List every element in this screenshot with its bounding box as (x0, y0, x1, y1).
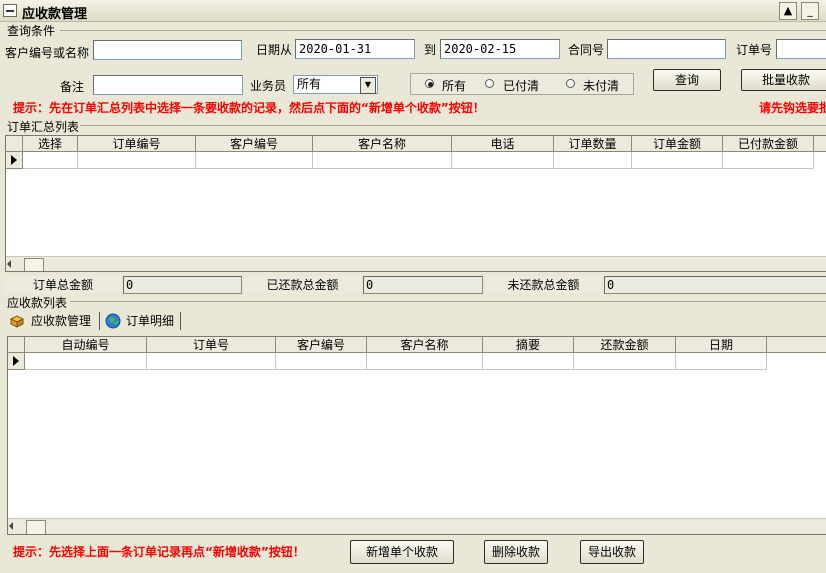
horizontal-scrollbar[interactable] (8, 518, 826, 534)
table-cell[interactable] (23, 152, 78, 169)
radio-unpaid-label[interactable]: 未付清 (583, 77, 619, 94)
column-header[interactable]: 客户编号 (196, 136, 313, 152)
table-cell[interactable] (78, 152, 196, 169)
radio-all-label[interactable]: 所有 (442, 77, 466, 94)
receivables-label: 应收款列表 (7, 296, 68, 310)
scroll-left-icon[interactable] (7, 260, 11, 268)
order-total-label: 订单总金额 (5, 276, 121, 294)
radio-paid-label[interactable]: 已付清 (503, 77, 539, 94)
batch-hint: 请先钩选要批 (759, 101, 826, 115)
order-summary-label: 订单汇总列表 (7, 120, 80, 134)
grid-corner (8, 337, 25, 353)
table-cell[interactable] (276, 353, 367, 370)
order-summary-grid[interactable]: 选择 订单编号 客户编号 客户名称 电话 订单数量 订单金额 已付款金额 (5, 135, 826, 272)
date-from-label: 日期从 (256, 43, 293, 57)
column-header[interactable]: 选择 (23, 136, 78, 152)
order-total-value: 0 (123, 276, 242, 294)
column-header[interactable]: 已付款金额 (723, 136, 814, 152)
remark-label: 备注 (60, 80, 85, 94)
column-header[interactable]: 客户名称 (367, 337, 483, 353)
restore-button[interactable]: ▲ (779, 2, 797, 20)
query-button[interactable]: 查询 (653, 69, 721, 91)
tab-separator (180, 312, 181, 330)
customer-input[interactable] (93, 40, 242, 60)
repaid-total-label: 已还款总金额 (244, 276, 361, 294)
footer-hint: 提示：先选择上面一条订单记录再点“新增收款”按钮！ (13, 545, 305, 559)
tab-receivables[interactable]: 应收款管理 (8, 311, 100, 331)
grid-corner (6, 136, 23, 152)
globe-icon (105, 313, 121, 329)
table-cell[interactable] (723, 152, 814, 169)
add-receipt-button[interactable]: 新增单个收款 (350, 540, 454, 564)
table-cell[interactable] (574, 353, 676, 370)
tab-receivables-label: 应收款管理 (31, 314, 92, 328)
salesman-select[interactable]: 所有 ▼ (293, 75, 378, 94)
column-header[interactable]: 客户名称 (313, 136, 452, 152)
delete-receipt-button[interactable]: 删除收款 (484, 540, 548, 564)
column-header[interactable]: 备 (767, 337, 826, 353)
minimize-button[interactable]: _ (801, 2, 819, 20)
table-cell[interactable] (632, 152, 723, 169)
column-header[interactable]: 自动编号 (25, 337, 147, 353)
order-summary-divider (80, 125, 826, 126)
column-header[interactable]: 还款金额 (574, 337, 676, 353)
table-cell[interactable] (313, 152, 452, 169)
chevron-down-icon[interactable]: ▼ (360, 77, 376, 94)
column-header[interactable]: 订单数量 (554, 136, 632, 152)
contract-label: 合同号 (568, 43, 605, 57)
scroll-thumb[interactable] (24, 258, 44, 271)
export-receipt-button[interactable]: 导出收款 (580, 540, 644, 564)
radio-all[interactable] (425, 79, 434, 88)
tab-order-details-label: 订单明细 (126, 314, 175, 328)
horizontal-scrollbar[interactable] (6, 256, 826, 271)
table-cell[interactable] (367, 353, 483, 370)
table-cell[interactable] (147, 353, 276, 370)
query-divider (60, 30, 826, 31)
window-title: 应收款管理 (22, 7, 88, 22)
customer-label: 客户编号或名称 (5, 46, 90, 60)
batch-receive-button[interactable]: 批量收款 (741, 69, 826, 91)
column-header[interactable]: 客户编号 (276, 337, 367, 353)
column-header[interactable]: 日期 (676, 337, 767, 353)
order-no-input[interactable] (776, 39, 826, 59)
query-section-label: 查询条件 (7, 24, 56, 38)
title-bar (0, 0, 826, 22)
table-cell[interactable] (452, 152, 554, 169)
order-no-label: 订单号 (736, 43, 773, 57)
radio-unpaid[interactable] (566, 79, 575, 88)
receivables-divider (70, 301, 826, 302)
tab-separator (99, 312, 100, 330)
scroll-thumb[interactable] (26, 520, 46, 534)
column-header[interactable]: 摘要 (483, 337, 574, 353)
salesman-label: 业务员 (250, 79, 287, 93)
column-header[interactable]: 订单金额 (632, 136, 723, 152)
tab-order-details[interactable]: 订单明细 (104, 311, 182, 331)
row-indicator[interactable] (8, 353, 25, 370)
column-header[interactable]: 电话 (452, 136, 554, 152)
table-cell[interactable] (196, 152, 313, 169)
salesman-value: 所有 (297, 77, 322, 91)
row-indicator[interactable] (6, 152, 23, 169)
table-cell[interactable] (483, 353, 574, 370)
query-hint: 提示：先在订单汇总列表中选择一条要收款的记录，然后点下面的“新增单个收款”按钮！ (13, 101, 485, 115)
date-to-input[interactable]: 2020-02-15 (440, 39, 560, 59)
unpaid-total-label: 未还款总金额 (485, 276, 602, 294)
repaid-total-value: 0 (363, 276, 483, 294)
column-header[interactable]: 订单编号 (78, 136, 196, 152)
table-cell[interactable] (25, 353, 147, 370)
scroll-left-icon[interactable] (9, 522, 13, 530)
column-header[interactable]: 订单号 (147, 337, 276, 353)
package-icon (10, 315, 24, 328)
remark-input[interactable] (93, 75, 243, 95)
table-cell[interactable] (554, 152, 632, 169)
receivables-grid[interactable]: 自动编号 订单号 客户编号 客户名称 摘要 还款金额 日期 备 (7, 336, 826, 535)
unpaid-total-value: 0 (604, 276, 826, 294)
date-from-input[interactable]: 2020-01-31 (295, 39, 415, 59)
window-menu-icon[interactable] (3, 4, 17, 17)
contract-input[interactable] (607, 39, 726, 59)
table-cell[interactable] (676, 353, 767, 370)
date-to-label: 到 (424, 43, 437, 57)
radio-paid[interactable] (485, 79, 494, 88)
column-header-extra (814, 136, 826, 152)
